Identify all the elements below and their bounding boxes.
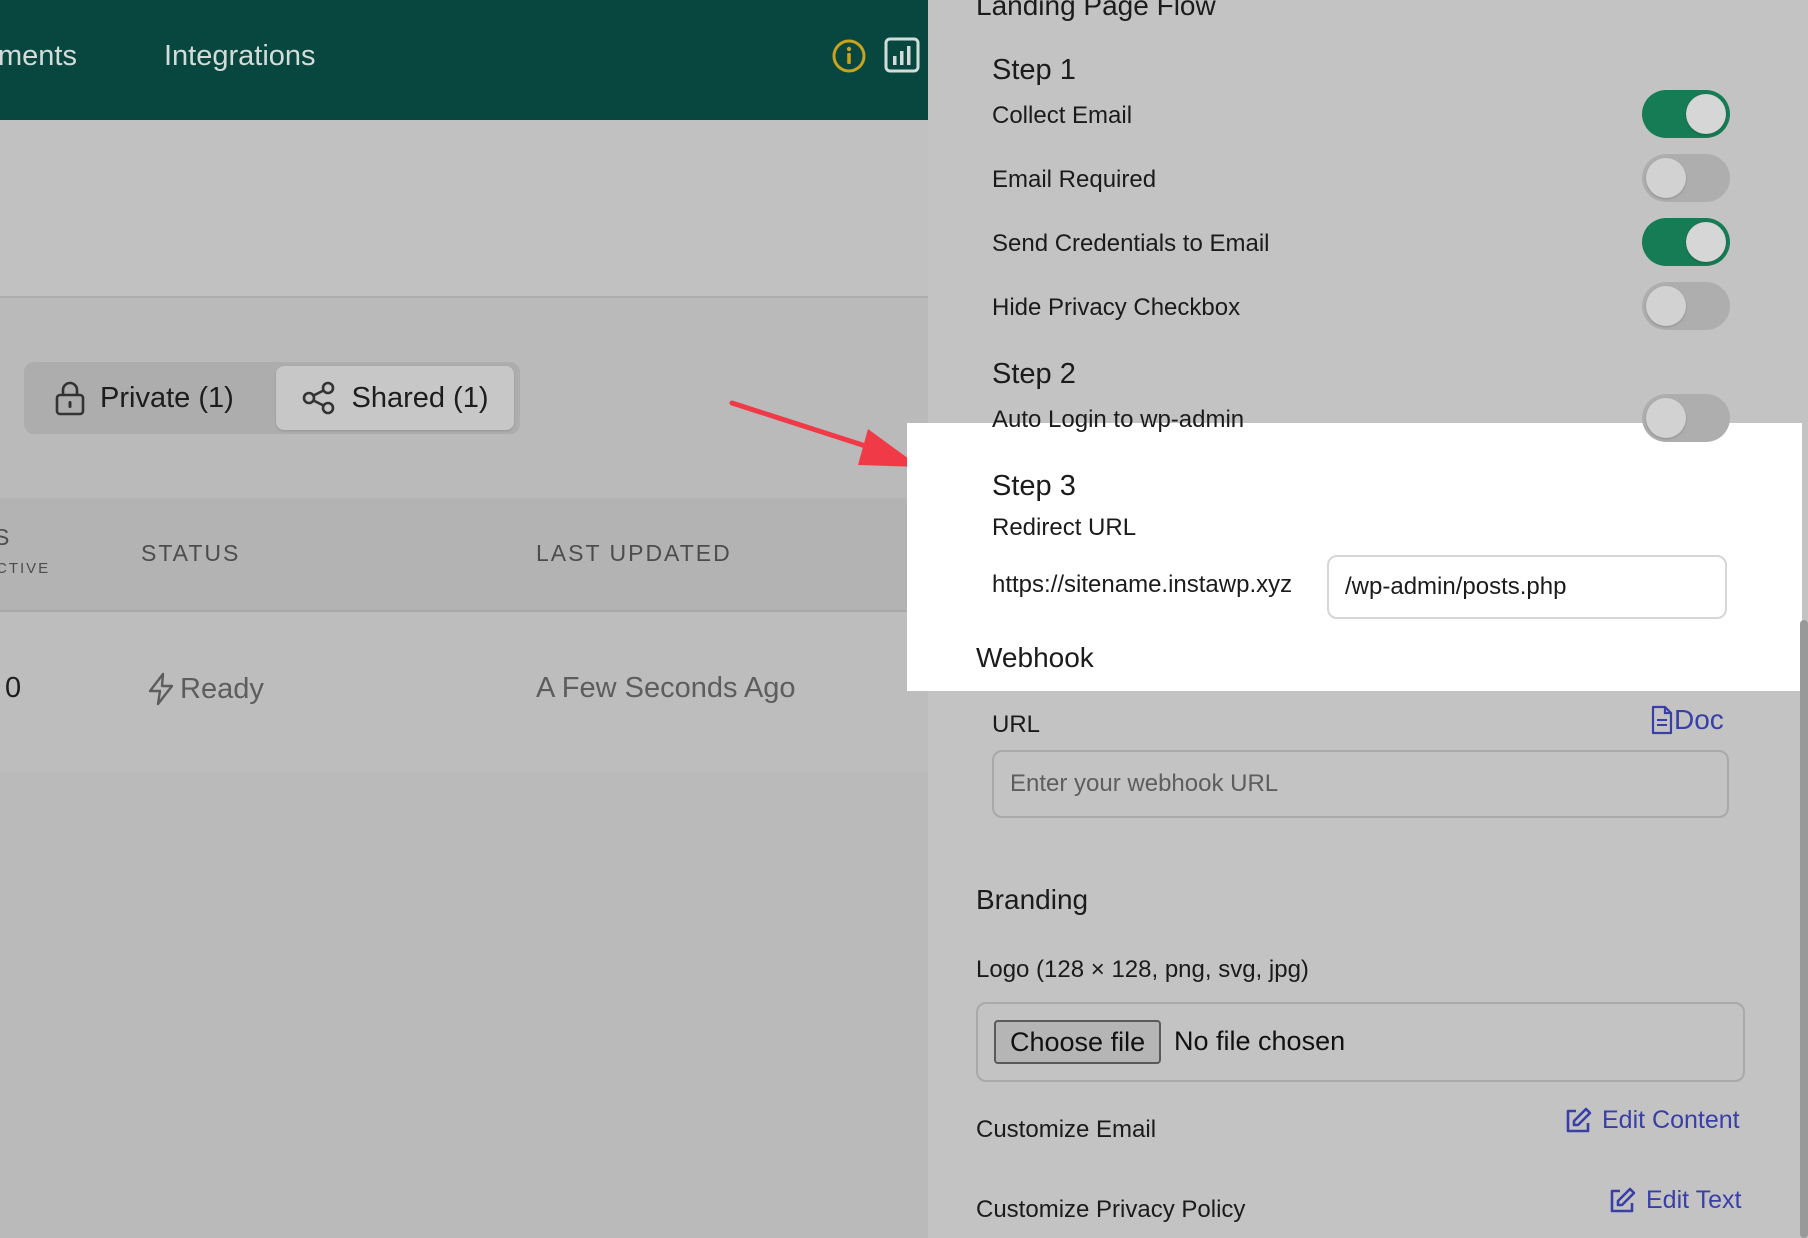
- column-header-status: STATUS: [141, 540, 241, 566]
- edit-text-link[interactable]: Edit Text: [1608, 1186, 1741, 1215]
- choose-file-button[interactable]: Choose file: [994, 1020, 1162, 1064]
- doc-link-label: Doc: [1674, 704, 1724, 735]
- tab-private[interactable]: Private (1): [54, 362, 234, 434]
- redirect-url-label: Redirect URL: [992, 514, 1137, 541]
- collect-email-toggle[interactable]: [1642, 90, 1730, 138]
- document-icon: [1651, 705, 1673, 735]
- nav-item-integrations[interactable]: Integrations: [164, 40, 316, 73]
- toggle-knob: [1646, 158, 1686, 198]
- row-count: 0: [5, 672, 22, 704]
- annotation-arrow-icon: [729, 400, 920, 467]
- collect-email-label: Collect Email: [992, 102, 1133, 129]
- tab-shared[interactable]: Shared (1): [276, 366, 514, 430]
- toggle-knob: [1686, 94, 1726, 134]
- toggle-knob: [1646, 398, 1686, 438]
- share-icon: [303, 381, 335, 415]
- webhook-url-label: URL: [992, 711, 1041, 738]
- main-app-background: ments Integrations Private (1) Shared (1…: [0, 0, 928, 1238]
- hide-privacy-checkbox-toggle[interactable]: [1642, 282, 1730, 330]
- webhook-url-input[interactable]: [992, 750, 1729, 818]
- step-2-title: Step 2: [992, 358, 1076, 390]
- logo-label: Logo (128 × 128, png, svg, jpg): [976, 956, 1309, 983]
- top-navigation-bar: ments Integrations: [0, 0, 928, 120]
- row-status-label: Ready: [180, 672, 264, 705]
- drawer-scrollbar[interactable]: [1800, 620, 1808, 1238]
- auto-login-label: Auto Login to wp-admin: [992, 406, 1245, 433]
- send-credentials-label: Send Credentials to Email: [992, 230, 1270, 257]
- tab-shared-label: Shared (1): [351, 381, 489, 414]
- bar-chart-icon[interactable]: [883, 36, 921, 74]
- nav-item-deployments[interactable]: ments: [0, 40, 77, 73]
- table-row[interactable]: 0 Ready A Few Seconds Ago: [0, 612, 928, 772]
- edit-content-link[interactable]: Edit Content: [1564, 1106, 1740, 1135]
- visibility-tabs: Private (1) Shared (1): [24, 362, 520, 434]
- webhook-doc-link[interactable]: Doc: [1650, 704, 1724, 736]
- toggle-knob: [1686, 222, 1726, 262]
- lightning-icon: [148, 672, 174, 706]
- page-subheader: [0, 120, 928, 298]
- logo-file-input: Choose file No file chosen: [976, 1002, 1745, 1082]
- column-subheader-partial: CTIVE: [0, 560, 51, 577]
- edit-icon: [1610, 1187, 1636, 1212]
- redirect-url-prefix: https://sitename.instawp.xyz: [992, 571, 1293, 598]
- branding-title: Branding: [976, 884, 1089, 915]
- edit-text-label: Edit Text: [1646, 1186, 1742, 1214]
- file-status-text: No file chosen: [1174, 1026, 1346, 1056]
- customize-privacy-label: Customize Privacy Policy: [976, 1196, 1246, 1223]
- landing-page-flow-title: Landing Page Flow: [976, 0, 1216, 21]
- edit-content-label: Edit Content: [1602, 1106, 1740, 1134]
- hide-privacy-checkbox-label: Hide Privacy Checkbox: [992, 294, 1241, 321]
- info-icon[interactable]: [831, 38, 867, 74]
- webhook-title: Webhook: [976, 642, 1094, 673]
- table-header: S CTIVE STATUS LAST UPDATED: [0, 498, 928, 612]
- send-credentials-toggle[interactable]: [1642, 218, 1730, 266]
- customize-email-label: Customize Email: [976, 1116, 1157, 1143]
- column-header-partial: S: [0, 524, 12, 550]
- toggle-knob: [1646, 286, 1686, 326]
- email-required-toggle[interactable]: [1642, 154, 1730, 202]
- step-1-title: Step 1: [992, 54, 1076, 86]
- row-last-updated: A Few Seconds Ago: [536, 672, 796, 704]
- auto-login-toggle[interactable]: [1642, 394, 1730, 442]
- step-3-title: Step 3: [992, 470, 1076, 502]
- redirect-url-input[interactable]: [1327, 555, 1727, 619]
- lock-icon: [55, 381, 85, 416]
- tab-private-label: Private (1): [100, 381, 234, 414]
- row-status: Ready: [146, 672, 264, 706]
- column-header-last-updated: LAST UPDATED: [536, 540, 732, 566]
- email-required-label: Email Required: [992, 166, 1157, 193]
- edit-icon: [1566, 1107, 1592, 1132]
